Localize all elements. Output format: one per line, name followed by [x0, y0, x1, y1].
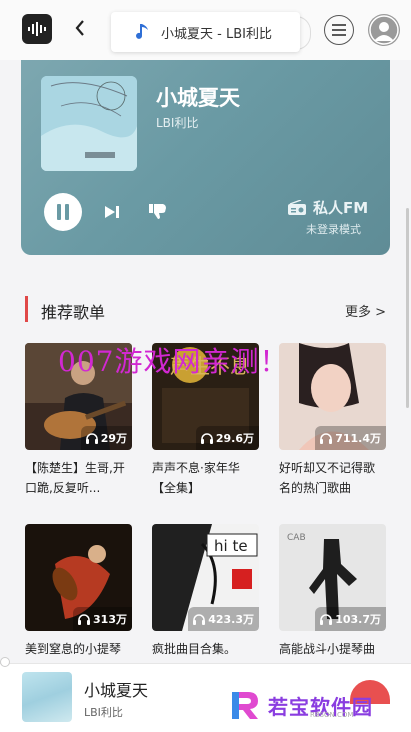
watermark-text: 007游戏网亲测！ [58, 345, 289, 378]
accent-bar [25, 296, 28, 322]
now-playing-tooltip[interactable]: 小城夏天 - LBI利比 [111, 12, 300, 52]
dislike-button[interactable] [148, 202, 168, 224]
playlist-cover: 313万 [25, 524, 132, 631]
playlist-card[interactable]: CAB 103.7万 高能战斗小提琴曲 [279, 524, 386, 679]
next-track-button[interactable] [103, 204, 121, 224]
playlist-card[interactable]: 313万 美到窒息的小提琴 [25, 524, 132, 679]
mini-album-cover[interactable] [22, 672, 72, 722]
playlist-cover: hi te 423.3万 [152, 524, 259, 631]
playlist-name: 【陈楚生】生哥,开口跪,反复听... [25, 461, 125, 495]
now-playing-text: 小城夏天 - LBI利比 [161, 26, 272, 42]
fm-status: 未登录模式 [306, 223, 361, 236]
playlist-name: 声声不息·家年华【全集】 [152, 461, 240, 495]
back-icon[interactable] [74, 18, 86, 43]
scrollbar[interactable] [406, 208, 409, 408]
music-note-icon [136, 24, 148, 39]
playlist-name: 好听却又不记得歌名的热门歌曲 [279, 461, 376, 495]
pause-icon [57, 204, 69, 220]
fm-label: 私人FM [313, 199, 369, 217]
private-fm-button[interactable]: 私人FM [287, 197, 368, 218]
brand-logo-icon [232, 692, 258, 719]
recommended-playlists-header: 推荐歌单 更多 > [25, 294, 386, 324]
play-count-badge: 711.4万 [315, 426, 386, 450]
progress-handle[interactable] [0, 657, 10, 667]
song-title: 小城夏天 [156, 86, 240, 110]
play-count-badge: 313万 [73, 607, 132, 631]
app-logo-icon[interactable] [22, 14, 52, 44]
mini-song-title: 小城夏天 [84, 681, 149, 700]
user-avatar[interactable] [368, 14, 400, 46]
headphones-icon [193, 613, 206, 625]
section-title: 推荐歌单 [41, 303, 106, 322]
playlist-cover: CAB 103.7万 [279, 524, 386, 631]
headphones-icon [200, 432, 213, 444]
mini-song-artist: LBI利比 [84, 706, 123, 719]
radio-icon [288, 199, 306, 215]
pause-button[interactable] [44, 193, 82, 231]
headphones-icon [320, 613, 333, 625]
play-count-badge: 103.7万 [315, 607, 386, 631]
svg-text:CAB: CAB [287, 533, 306, 543]
playlist-card[interactable]: 711.4万 好听却又不记得歌名的热门歌曲 [279, 343, 386, 498]
play-count-badge: 29万 [80, 426, 132, 450]
song-artist[interactable]: LBI利比 [156, 114, 198, 131]
svg-text:hi te: hi te [214, 537, 248, 555]
thumbs-down-icon [149, 204, 166, 219]
album-cover[interactable] [41, 76, 137, 171]
more-link[interactable]: 更多 > [345, 301, 386, 320]
headphones-icon [320, 432, 333, 444]
brand-url: RBSON.COM [310, 711, 354, 719]
menu-button[interactable] [324, 15, 354, 45]
headphones-icon [85, 432, 98, 444]
top-bar: 小城夏天 - LBI利比 [0, 0, 411, 60]
playlist-cover: 711.4万 [279, 343, 386, 450]
skip-next-icon [105, 206, 119, 218]
headphones-icon [78, 613, 91, 625]
playlist-card[interactable]: hi te 423.3万 疯批曲目合集。 [152, 524, 259, 679]
hamburger-icon [332, 24, 346, 36]
play-count-badge: 29.6万 [195, 426, 259, 450]
mini-player[interactable]: 小城夏天 LBI利比 若宝软件园 RBSON.COM [0, 657, 411, 732]
player-card: 小城夏天 LBI利比 私人FM 未登录模式 [21, 60, 390, 255]
play-count-badge: 423.3万 [188, 607, 259, 631]
